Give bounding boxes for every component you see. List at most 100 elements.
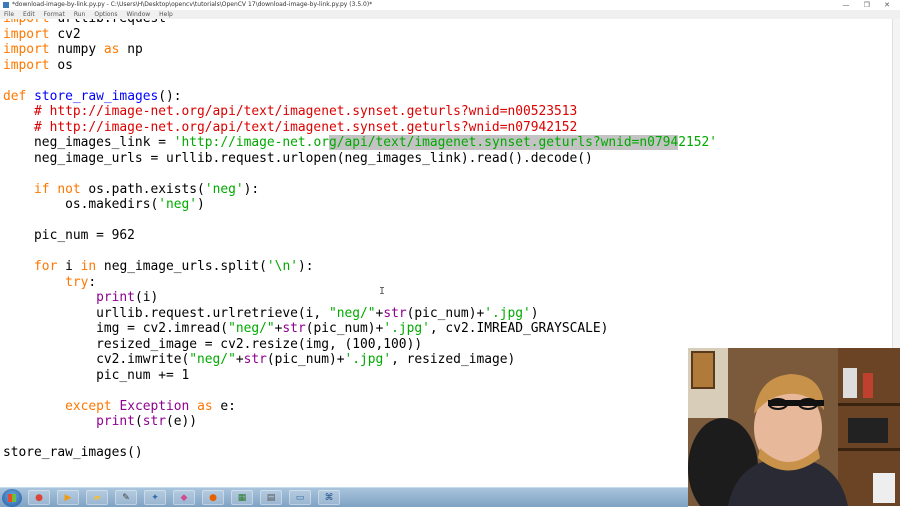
window-title: *download-image-by-link.py.py - C:\Users…	[12, 1, 373, 8]
code-token: import	[3, 26, 50, 42]
code-line[interactable]: cv2.imwrite("neg/"+str(pic_num)+'.jpg', …	[3, 352, 717, 368]
code-token: numpy	[49, 42, 104, 57]
start-button[interactable]	[2, 489, 22, 507]
code-token: neg_image_urls = urllib.request.urlopen(…	[3, 150, 593, 166]
code-token: 2152'	[678, 135, 718, 150]
code-line[interactable]: import numpy as np	[3, 42, 717, 58]
code-line[interactable]: except Exception as e:	[3, 399, 717, 415]
code-line[interactable]: resized_image = cv2.resize(img, (100,100…	[3, 337, 717, 353]
code-line[interactable]: neg_images_link = 'http://image-net.org/…	[3, 135, 717, 151]
code-token: neg_images_link =	[3, 135, 174, 150]
code-token: not	[57, 181, 81, 197]
code-token: urllib.request	[50, 19, 166, 26]
paint-icon[interactable]: ◆	[173, 490, 195, 505]
code-token: pic_num = 962	[3, 228, 135, 243]
code-token: as	[197, 398, 213, 414]
code-line[interactable]	[3, 383, 717, 399]
firefox-icon[interactable]: ●	[202, 490, 224, 505]
code-line[interactable]: try:	[3, 275, 717, 291]
code-line[interactable]	[3, 166, 717, 182]
code-line[interactable]: import os	[3, 58, 717, 74]
code-line[interactable]	[3, 430, 717, 446]
code-line[interactable]: os.makedirs('neg')	[3, 197, 717, 213]
menu-item-file[interactable]: File	[4, 10, 14, 19]
code-token: '\n'	[266, 259, 298, 274]
code-line[interactable]: def store_raw_images():	[3, 89, 717, 105]
code-line[interactable]	[3, 213, 717, 229]
window-icon[interactable]: ▭	[289, 490, 311, 505]
code-line[interactable]: neg_image_urls = urllib.request.urlopen(…	[3, 151, 717, 167]
code-token: if	[34, 181, 50, 197]
app-icon[interactable]: ▦	[231, 490, 253, 505]
code-token: (i)	[134, 290, 159, 305]
python-idle-icon	[3, 2, 9, 8]
menu-item-format[interactable]: Format	[44, 10, 65, 19]
media-player-icon[interactable]: ▶	[57, 490, 79, 505]
code-token: str	[142, 414, 167, 429]
code-line[interactable]: # http://image-net.org/api/text/imagenet…	[3, 120, 717, 136]
code-token: e:	[212, 398, 236, 414]
code-token: np	[119, 42, 143, 57]
window-controls[interactable]: — ❐ ✕	[842, 0, 896, 10]
webcam-person-image	[688, 348, 900, 506]
code-token: 'neg'	[204, 181, 244, 197]
code-token: '.jpg'	[344, 352, 392, 367]
code-token: '.jpg'	[484, 305, 531, 321]
code-token: str	[282, 321, 306, 336]
code-line[interactable]	[3, 244, 717, 260]
code-line[interactable]: # http://image-net.org/api/text/imagenet…	[3, 104, 717, 120]
code-token: store_raw_images()	[3, 445, 143, 460]
note-icon[interactable]: ▤	[260, 490, 282, 505]
chrome-icon[interactable]: ●	[28, 490, 50, 505]
code-token: os	[49, 57, 73, 73]
code-line[interactable]	[3, 73, 717, 89]
mouse-cursor-icon: I	[379, 286, 386, 297]
code-token: print	[96, 290, 135, 305]
code-line[interactable]: print(i)	[3, 290, 717, 306]
code-token: print	[96, 414, 135, 429]
code-line[interactable]: import cv2	[3, 27, 717, 43]
code-token: g/api/text/imagenet.synset.geturls?wnid=…	[328, 135, 679, 150]
code-token: (pic_num)+	[266, 352, 345, 367]
code-line[interactable]: pic_num = 962	[3, 228, 717, 244]
tool-icon[interactable]: ✎	[115, 490, 137, 505]
idle-icon[interactable]: ⌘	[318, 490, 340, 505]
python-icon[interactable]: ✦	[144, 490, 166, 505]
menu-item-run[interactable]: Run	[74, 10, 86, 19]
code-token: except	[65, 398, 112, 414]
code-token: import	[3, 42, 50, 57]
menu-item-window[interactable]: Window	[127, 10, 151, 19]
code-token: )	[530, 305, 539, 321]
code-line[interactable]: store_raw_images()	[3, 445, 717, 461]
menu-item-options[interactable]: Options	[94, 10, 117, 19]
folder-icon[interactable]: ▰	[86, 490, 108, 505]
code-token: # http://image-net.org/api/text/imagenet…	[34, 119, 578, 135]
code-token: # http://image-net.org/api/text/imagenet…	[34, 104, 578, 119]
code-line[interactable]: urllib.request.urlretrieve(i, "neg/"+str…	[3, 306, 717, 322]
code-text[interactable]: import urllib.requestimport cv2import nu…	[3, 19, 717, 461]
code-line[interactable]: img = cv2.imread("neg/"+str(pic_num)+'.j…	[3, 321, 717, 337]
menu-item-help[interactable]: Help	[159, 10, 173, 19]
title-bar: *download-image-by-link.py.py - C:\Users…	[0, 0, 900, 10]
code-token: def	[3, 88, 27, 104]
code-token: ):	[243, 181, 260, 197]
code-line[interactable]: import urllib.request	[3, 19, 717, 27]
code-token: i	[57, 259, 81, 274]
menu-item-edit[interactable]: Edit	[23, 10, 35, 19]
code-token: in	[80, 259, 97, 274]
code-line[interactable]: for i in neg_image_urls.split('\n'):	[3, 259, 717, 275]
code-token: as	[103, 42, 120, 57]
code-line[interactable]: pic_num += 1	[3, 368, 717, 384]
code-token: try	[65, 274, 89, 290]
code-token: cv2.imwrite(	[3, 352, 190, 367]
code-line[interactable]: print(str(e))	[3, 414, 717, 430]
windows-logo-icon	[8, 494, 16, 502]
code-token: urllib.request.urlretrieve(i,	[3, 305, 329, 321]
code-line[interactable]: if not os.path.exists('neg'):	[3, 182, 717, 198]
